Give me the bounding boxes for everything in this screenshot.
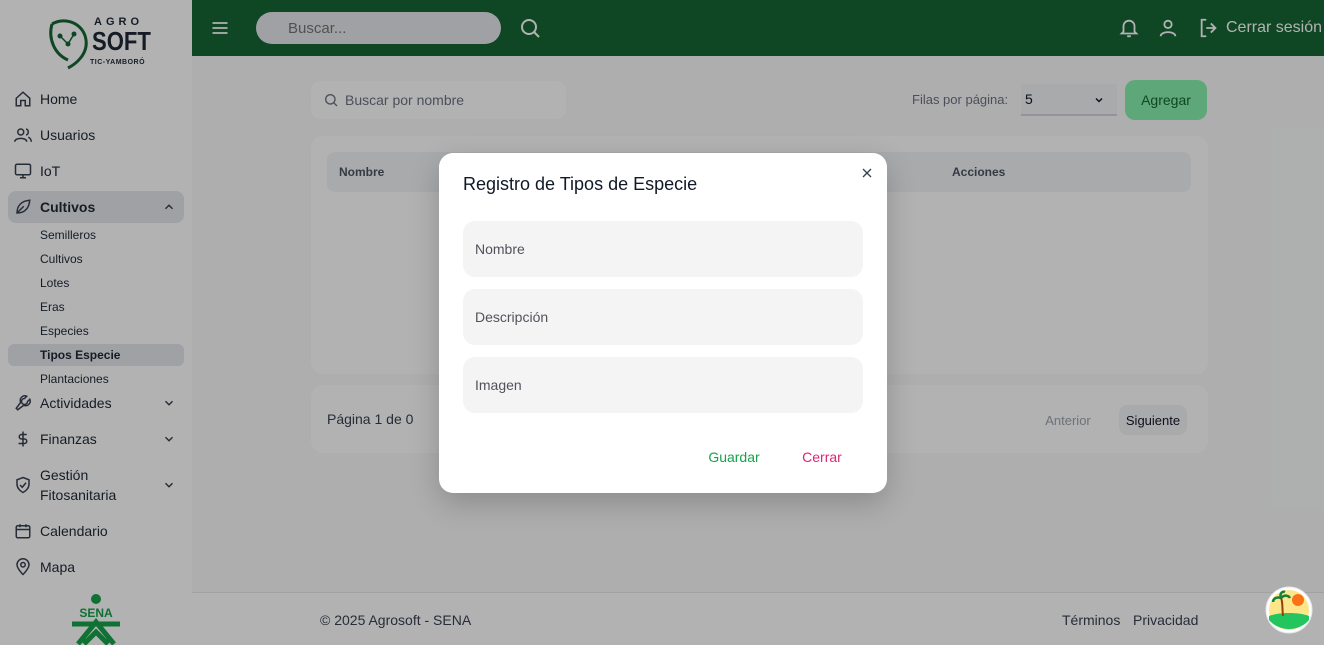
- imagen-field[interactable]: Imagen: [463, 357, 863, 413]
- cancel-button[interactable]: Cerrar: [793, 441, 851, 473]
- nombre-field[interactable]: Nombre: [463, 221, 863, 277]
- modal-title: Registro de Tipos de Especie: [463, 174, 698, 194]
- assistant-bubble-icon[interactable]: [1265, 586, 1313, 634]
- save-button[interactable]: Guardar: [701, 441, 767, 473]
- species-type-modal: Registro de Tipos de Especie Nombre Desc…: [439, 153, 887, 493]
- close-icon[interactable]: [859, 165, 875, 181]
- descripcion-field[interactable]: Descripción: [463, 289, 863, 345]
